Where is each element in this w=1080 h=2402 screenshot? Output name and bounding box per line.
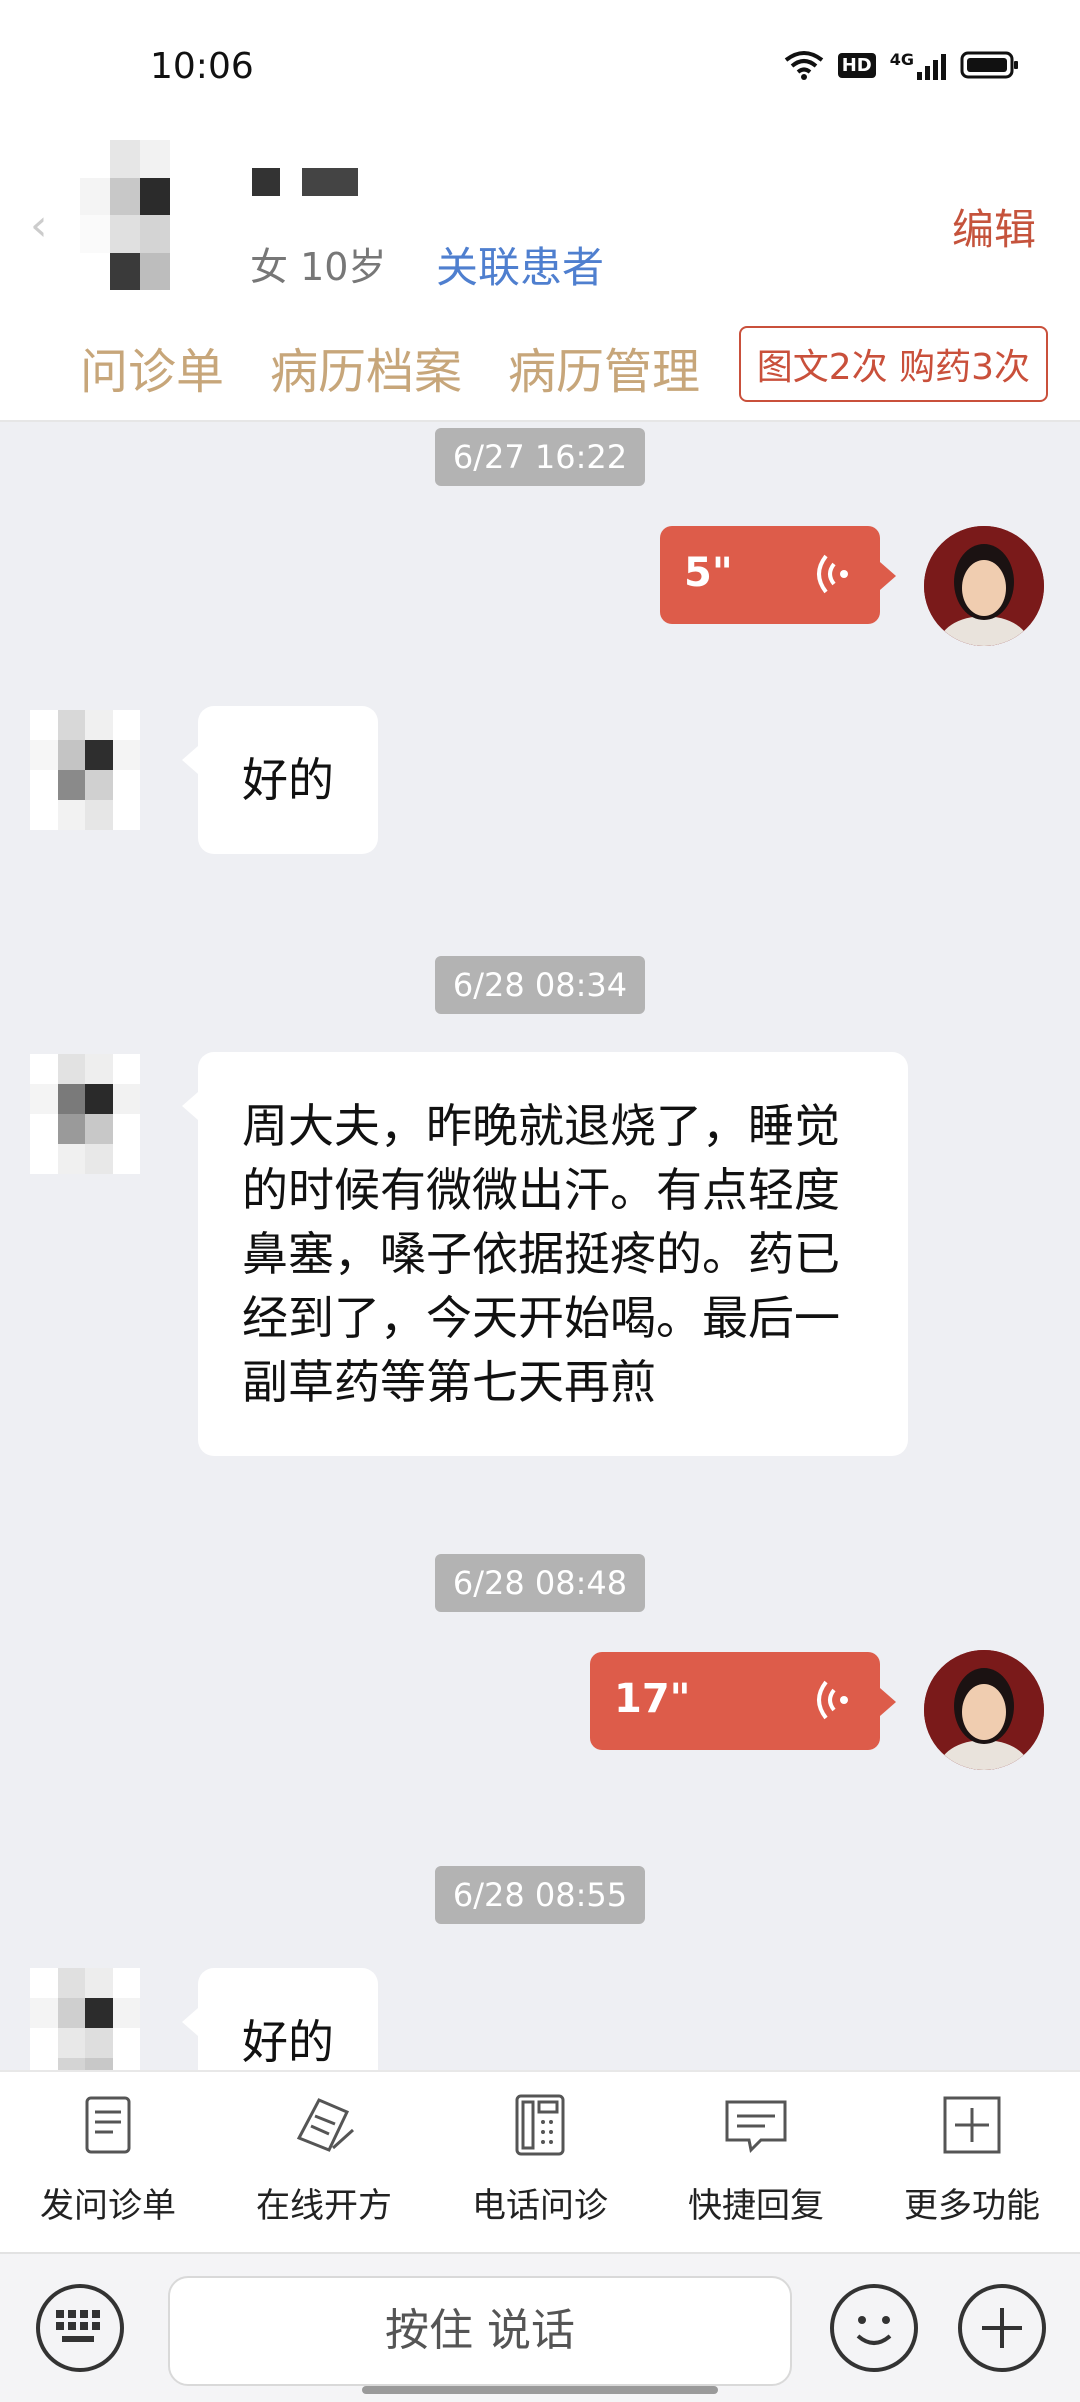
- battery-icon: [960, 51, 1018, 79]
- plus-circle-icon: [982, 2308, 1022, 2348]
- plus-square-icon: [943, 2096, 1001, 2154]
- tool-label: 电话问诊: [472, 2186, 608, 2226]
- timestamp: 6/28 08:48: [435, 1554, 645, 1612]
- patient-chat-avatar[interactable]: [30, 710, 140, 830]
- voice-wave-icon: [817, 554, 848, 594]
- form-icon: [85, 2096, 131, 2154]
- phone-consult-button[interactable]: 电话问诊: [432, 2090, 648, 2227]
- tab-record-management[interactable]: 病历管理: [508, 332, 700, 402]
- timestamp: 6/27 16:22: [435, 428, 645, 486]
- doctor-avatar[interactable]: [924, 1650, 1044, 1770]
- patient-chat-avatar[interactable]: [30, 1968, 140, 2070]
- more-functions-button[interactable]: 更多功能: [864, 2090, 1080, 2227]
- message-bubble[interactable]: 周大夫，昨晚就退烧了，睡觉的时候有微微出汗。有点轻度鼻塞，嗓子依据挺疼的。药已经…: [182, 1052, 908, 1456]
- tab-medical-records[interactable]: 病历档案: [270, 332, 462, 402]
- doctor-avatar[interactable]: [924, 526, 1044, 646]
- online-prescription-button[interactable]: 在线开方: [216, 2090, 432, 2227]
- keyboard-icon: [56, 2310, 100, 2342]
- voice-message[interactable]: 17": [590, 1652, 896, 1750]
- add-button[interactable]: [958, 2284, 1046, 2372]
- send-consult-form-button[interactable]: 发问诊单: [0, 2090, 216, 2227]
- patient-avatar[interactable]: [80, 140, 200, 290]
- function-toolbar: 发问诊单 在线开方 电话问诊 快捷回复 更多功能: [0, 2070, 1080, 2254]
- home-indicator[interactable]: [362, 2386, 718, 2394]
- patient-header: ‹ 女 10岁 关联患者 编辑 问诊单 病历档案 病历管理 图文2次 购药3次: [0, 130, 1080, 422]
- chat-area[interactable]: 6/27 16:22 5" 好的 6/28 08:34 周大夫，昨晚就退烧了，睡: [0, 420, 1080, 2070]
- chat-bubble-icon: [725, 2100, 787, 2154]
- tool-label: 发问诊单: [40, 2186, 176, 2226]
- prescription-icon: [296, 2098, 355, 2152]
- keyboard-button[interactable]: [36, 2284, 124, 2372]
- phone-icon: [515, 2094, 565, 2156]
- patient-name-redacted: [252, 168, 358, 196]
- voice-message[interactable]: 5": [660, 526, 896, 624]
- doctor-photo: [924, 1650, 1044, 1770]
- status-time: 10:06: [150, 46, 254, 87]
- input-bar: 按住 说话: [0, 2252, 1080, 2402]
- wifi-icon: [784, 51, 823, 80]
- doctor-photo: [924, 526, 1044, 646]
- status-icons: HD 4G: [784, 50, 1020, 80]
- message-bubble[interactable]: 好的: [182, 706, 378, 854]
- quick-reply-button[interactable]: 快捷回复: [648, 2090, 864, 2227]
- voice-wave-icon: [817, 1680, 848, 1720]
- link-patient-button[interactable]: 关联患者: [436, 234, 604, 295]
- status-bar: 10:06 HD 4G: [0, 0, 1080, 130]
- message-text: 周大夫，昨晚就退烧了，睡觉的时候有微微出汗。有点轻度鼻塞，嗓子依据挺疼的。药已经…: [242, 1099, 840, 1409]
- timestamp: 6/28 08:55: [435, 1866, 645, 1924]
- tool-label: 在线开方: [256, 2186, 392, 2226]
- patient-info: 女 10岁: [250, 245, 387, 289]
- voice-duration: 17": [614, 1676, 691, 1722]
- tool-label: 更多功能: [904, 2186, 1040, 2226]
- hold-to-talk-button[interactable]: 按住 说话: [168, 2276, 792, 2386]
- voice-duration: 5": [684, 550, 733, 596]
- edit-button[interactable]: 编辑: [952, 196, 1036, 257]
- tool-label: 快捷回复: [688, 2186, 824, 2226]
- network-label: 4G: [889, 50, 914, 69]
- tab-consult-form[interactable]: 问诊单: [80, 332, 224, 402]
- back-icon[interactable]: ‹: [30, 200, 48, 251]
- service-count-badge[interactable]: 图文2次 购药3次: [738, 326, 1048, 402]
- patient-chat-avatar[interactable]: [30, 1054, 140, 1174]
- hd-icon: HD: [837, 52, 876, 78]
- message-text: 好的: [242, 753, 334, 807]
- signal-icon: 4G: [890, 50, 946, 80]
- message-bubble[interactable]: 好的: [182, 1968, 378, 2070]
- emoji-icon: [856, 2316, 892, 2345]
- timestamp: 6/28 08:34: [435, 956, 645, 1014]
- header-tabs: 问诊单 病历档案 病历管理: [80, 332, 700, 402]
- message-text: 好的: [242, 2015, 334, 2069]
- emoji-button[interactable]: [830, 2284, 918, 2372]
